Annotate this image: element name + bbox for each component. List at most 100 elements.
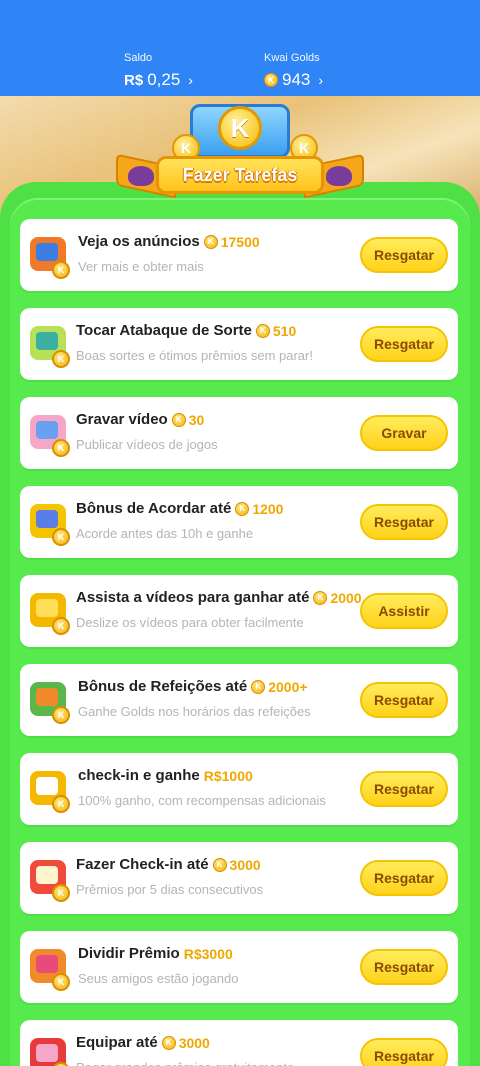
coin-icon: K bbox=[52, 439, 70, 457]
golds-value: 943 bbox=[282, 70, 311, 89]
calendar-icon: K bbox=[28, 763, 72, 813]
task-action-button[interactable]: Resgatar bbox=[360, 771, 448, 807]
task-title: Equipar até bbox=[76, 1034, 158, 1051]
task-title: Bônus de Acordar até bbox=[76, 500, 232, 517]
icon-detail bbox=[36, 510, 58, 528]
lunchbox-icon: K bbox=[28, 674, 72, 724]
fazer-tarefas-badge: K K K Fazer Tarefas bbox=[112, 104, 368, 200]
task-reward: K 1200 bbox=[235, 501, 283, 517]
task-action-button[interactable]: Assistir bbox=[360, 593, 448, 629]
task-title: Bônus de Refeições até bbox=[78, 678, 248, 695]
ribbon: Fazer Tarefas bbox=[112, 152, 368, 199]
kwai-coin-icon: K bbox=[203, 234, 218, 249]
task-title-row: Gravar vídeo K 30 bbox=[76, 411, 204, 428]
task-reward: K 2000+ bbox=[251, 678, 308, 695]
task-card: KEquipar atéK3000Pegar grandes prêmios g… bbox=[20, 1020, 458, 1066]
task-reward: K 3000 bbox=[161, 1034, 210, 1051]
kwai-coin-icon: K bbox=[161, 1035, 176, 1050]
task-reward-value: R$3000 bbox=[183, 945, 233, 962]
icon-detail bbox=[36, 1044, 58, 1062]
task-subtitle: Deslize os vídeos para obter facilmente bbox=[76, 615, 304, 630]
task-card: K Bônus de Acordar até K 1200 Acorde antes d… bbox=[20, 486, 458, 558]
saldo-label: Saldo bbox=[124, 52, 153, 64]
k-coin-icon: K bbox=[218, 106, 262, 150]
task-reward: R$3000 bbox=[184, 946, 233, 962]
task-subtitle: Pegar grandes prêmios gratuitamente bbox=[76, 1060, 294, 1066]
task-action-button[interactable]: Resgatar bbox=[360, 860, 448, 896]
kwai-coin-icon: K bbox=[171, 412, 186, 427]
kwai-coin-icon: K bbox=[251, 679, 266, 694]
task-card: K Gravar vídeo K 30 Publicar vídeos de jogos… bbox=[20, 397, 458, 469]
video-camera-icon: K bbox=[28, 585, 72, 635]
task-title: Gravar vídeo bbox=[76, 411, 168, 428]
chevron-right-icon[interactable]: › bbox=[188, 72, 193, 88]
task-title: Tocar Atabaque de Sorte bbox=[76, 322, 252, 339]
task-reward-value: 2000 bbox=[330, 589, 362, 606]
coin-icon: K bbox=[52, 617, 70, 635]
task-reward: K 17500 bbox=[203, 234, 260, 250]
camera-icon: K bbox=[28, 407, 72, 457]
task-action-button[interactable]: Resgatar bbox=[360, 1038, 448, 1066]
task-action-button[interactable]: Resgatar bbox=[360, 504, 448, 540]
icon-detail bbox=[36, 599, 58, 617]
coin-icon: K bbox=[52, 884, 70, 902]
task-subtitle: Prêmios por 5 dias consecutivos bbox=[76, 882, 264, 897]
task-action-button[interactable]: Resgatar bbox=[360, 237, 448, 273]
task-reward-value: 3000 bbox=[229, 856, 261, 873]
task-title-row: Assista a vídeos para ganhar até K 2000 bbox=[76, 589, 362, 606]
icon-detail bbox=[36, 866, 58, 884]
icon-detail bbox=[36, 688, 58, 706]
checkin-calendar-icon: K bbox=[28, 852, 72, 902]
task-title-row: Equipar até K 3000 bbox=[76, 1034, 210, 1051]
task-reward-value: 30 bbox=[188, 411, 205, 428]
tv-icon: K bbox=[28, 229, 72, 279]
task-subtitle: Acorde antes das 10h e ganhe bbox=[76, 526, 254, 541]
task-subtitle: Boas sortes e ótimos prêmios sem parar! bbox=[76, 348, 313, 363]
saldo-currency: R$ bbox=[124, 71, 144, 89]
task-title: Assista a vídeos para ganhar até bbox=[76, 589, 310, 606]
task-action-button[interactable]: Resgatar bbox=[360, 682, 448, 718]
task-reward: K 3000 bbox=[212, 856, 261, 873]
task-reward: R$1000 bbox=[204, 768, 253, 784]
kwai-coin-icon: K bbox=[235, 501, 250, 516]
chevron-right-icon[interactable]: › bbox=[318, 72, 323, 88]
task-reward-value: 3000 bbox=[178, 1034, 210, 1051]
task-subtitle: Ver mais e obter mais bbox=[78, 259, 204, 274]
task-reward: K 510 bbox=[255, 323, 296, 339]
task-title-row: Tocar Atabaque de Sorte K 510 bbox=[76, 322, 296, 339]
golds-stat[interactable]: Kwai Golds K 943 › bbox=[264, 52, 424, 90]
task-title: Dividir Prêmio bbox=[78, 945, 180, 962]
kwai-coin-icon: K bbox=[255, 323, 270, 338]
drum-icon: K bbox=[28, 318, 72, 368]
task-reward-value: 2000+ bbox=[268, 678, 308, 695]
task-title-row: Bônus de Refeições até K 2000+ bbox=[78, 678, 308, 695]
saldo-value: 0,25 bbox=[147, 70, 181, 89]
coin-icon: K bbox=[52, 706, 70, 724]
task-subtitle: 100% ganho, com recompensas adicionais bbox=[78, 793, 326, 808]
task-title-row: Veja os anúncios K 17500 bbox=[78, 233, 260, 250]
ribbon-title: Fazer Tarefas bbox=[156, 156, 324, 194]
task-subtitle: Seus amigos estão jogando bbox=[78, 971, 239, 986]
bird-icon bbox=[326, 166, 352, 186]
section-title: Fazer Tarefas bbox=[182, 164, 298, 185]
golds-label: Kwai Golds bbox=[264, 52, 320, 64]
task-action-button[interactable]: Resgatar bbox=[360, 949, 448, 985]
task-title-row: check-in e ganhe R$1000 bbox=[78, 767, 253, 784]
task-reward: K 2000 bbox=[313, 589, 362, 606]
task-card: K Bônus de Refeições até K 2000+ Ganhe Golds… bbox=[20, 664, 458, 736]
task-card: K Veja os anúncios K 17500 Ver mais e obter … bbox=[20, 219, 458, 291]
task-reward: K 30 bbox=[171, 411, 205, 428]
task-action-button[interactable]: Gravar bbox=[360, 415, 448, 451]
kwai-coin-icon: K bbox=[313, 590, 328, 605]
coin-icon: K bbox=[52, 795, 70, 813]
saldo-stat[interactable]: Saldo R$ 0,25 › bbox=[124, 52, 284, 90]
task-reward-value: R$1000 bbox=[203, 767, 253, 784]
kwai-coin-icon: K bbox=[212, 857, 227, 872]
boxing-gloves-icon: K bbox=[28, 1030, 72, 1066]
gift-icon: K bbox=[28, 941, 72, 991]
task-action-button[interactable]: Resgatar bbox=[360, 326, 448, 362]
coin-icon: K bbox=[52, 261, 70, 279]
task-title: Veja os anúncios bbox=[78, 233, 200, 250]
task-subtitle: Publicar vídeos de jogos bbox=[76, 437, 218, 452]
bird-icon bbox=[128, 166, 154, 186]
